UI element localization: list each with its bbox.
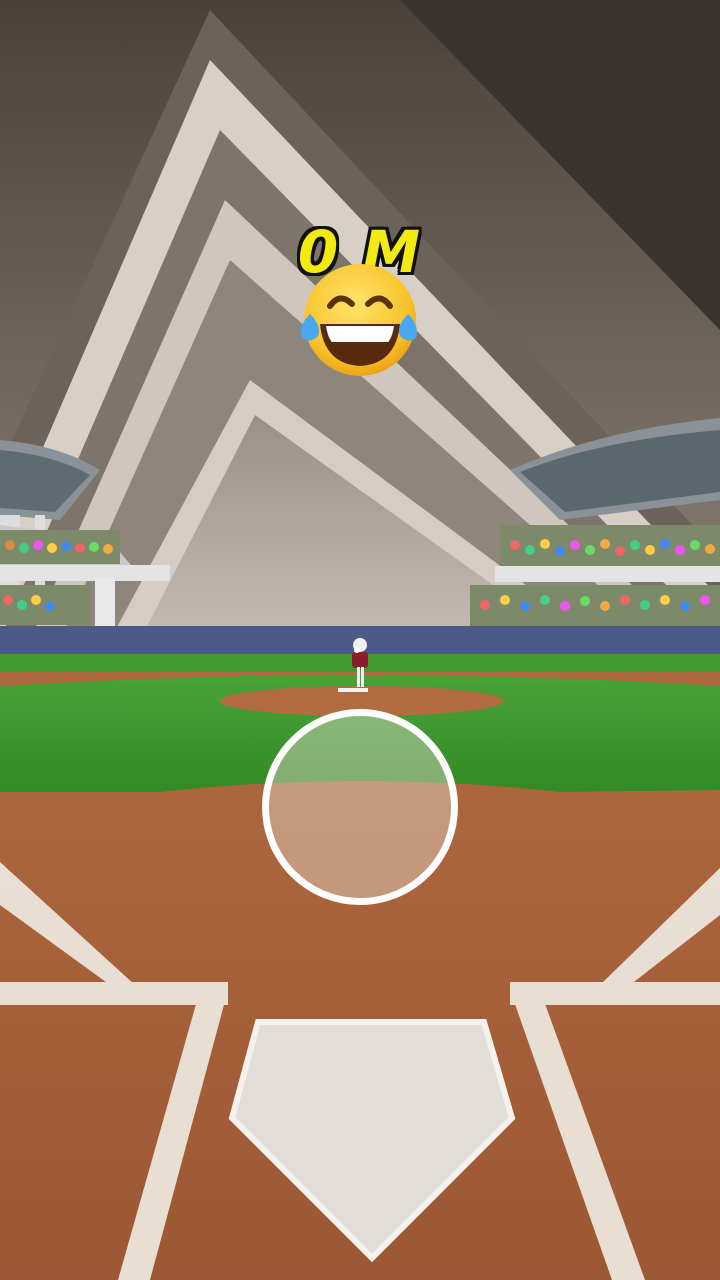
- baseball-game-screen[interactable]: 0 M: [0, 0, 720, 1280]
- stadium-scene: [0, 0, 720, 1280]
